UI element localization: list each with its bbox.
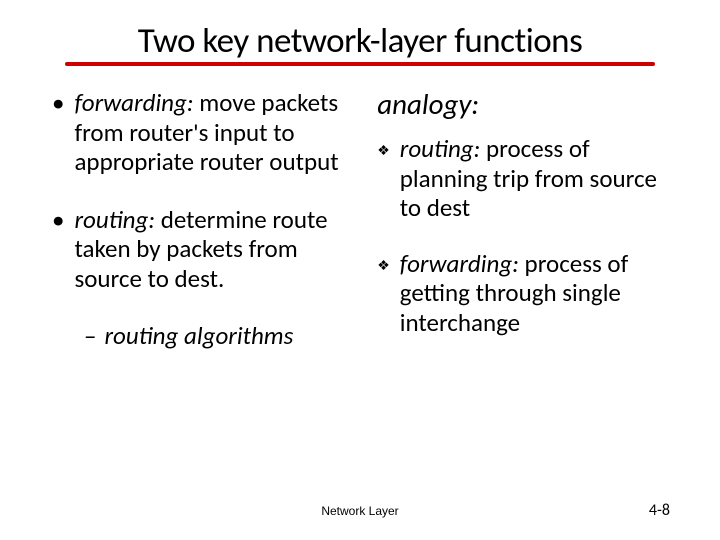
content-columns: • forwarding: move packets from router's… — [50, 88, 670, 363]
slide-footer: Network Layer 4-8 — [0, 501, 720, 520]
title-block: Two key network-layer functions — [50, 20, 670, 66]
bullet-dot-icon: • — [52, 88, 64, 118]
bullet-forwarding: • forwarding: move packets from router's… — [50, 88, 367, 177]
analogy-forwarding-term: forwarding: — [400, 248, 519, 279]
slide-number: 4-8 — [649, 501, 670, 520]
term-routing: routing: — [74, 204, 155, 235]
left-column: • forwarding: move packets from router's… — [50, 88, 367, 363]
analogy-forwarding-text: forwarding: process of getting through s… — [400, 249, 670, 338]
analogy-routing-text: routing: process of planning trip from s… — [400, 134, 670, 223]
bullet-routing-text: routing: determine route taken by packet… — [74, 205, 367, 294]
analogy-forwarding: ❖ forwarding: process of getting through… — [377, 249, 670, 338]
sub-bullet-text: routing algorithms — [104, 321, 293, 351]
diamond-icon: ❖ — [377, 143, 390, 160]
bullet-dot-icon: • — [52, 205, 64, 235]
slide-title: Two key network-layer functions — [138, 20, 583, 64]
bullet-routing: • routing: determine route taken by pack… — [50, 205, 367, 294]
right-column: analogy: ❖ routing: process of planning … — [377, 88, 670, 363]
sub-bullet-algorithms: – routing algorithms — [84, 321, 367, 351]
bullet-forwarding-text: forwarding: move packets from router's i… — [74, 88, 367, 177]
analogy-routing-term: routing: — [400, 133, 481, 164]
analogy-heading: analogy: — [377, 86, 670, 122]
footer-center-text: Network Layer — [321, 504, 398, 518]
diamond-icon: ❖ — [377, 258, 390, 275]
term-forwarding: forwarding: — [74, 87, 193, 118]
dash-icon: – — [84, 321, 96, 351]
analogy-routing: ❖ routing: process of planning trip from… — [377, 134, 670, 223]
slide-container: Two key network-layer functions • forwar… — [0, 0, 720, 540]
